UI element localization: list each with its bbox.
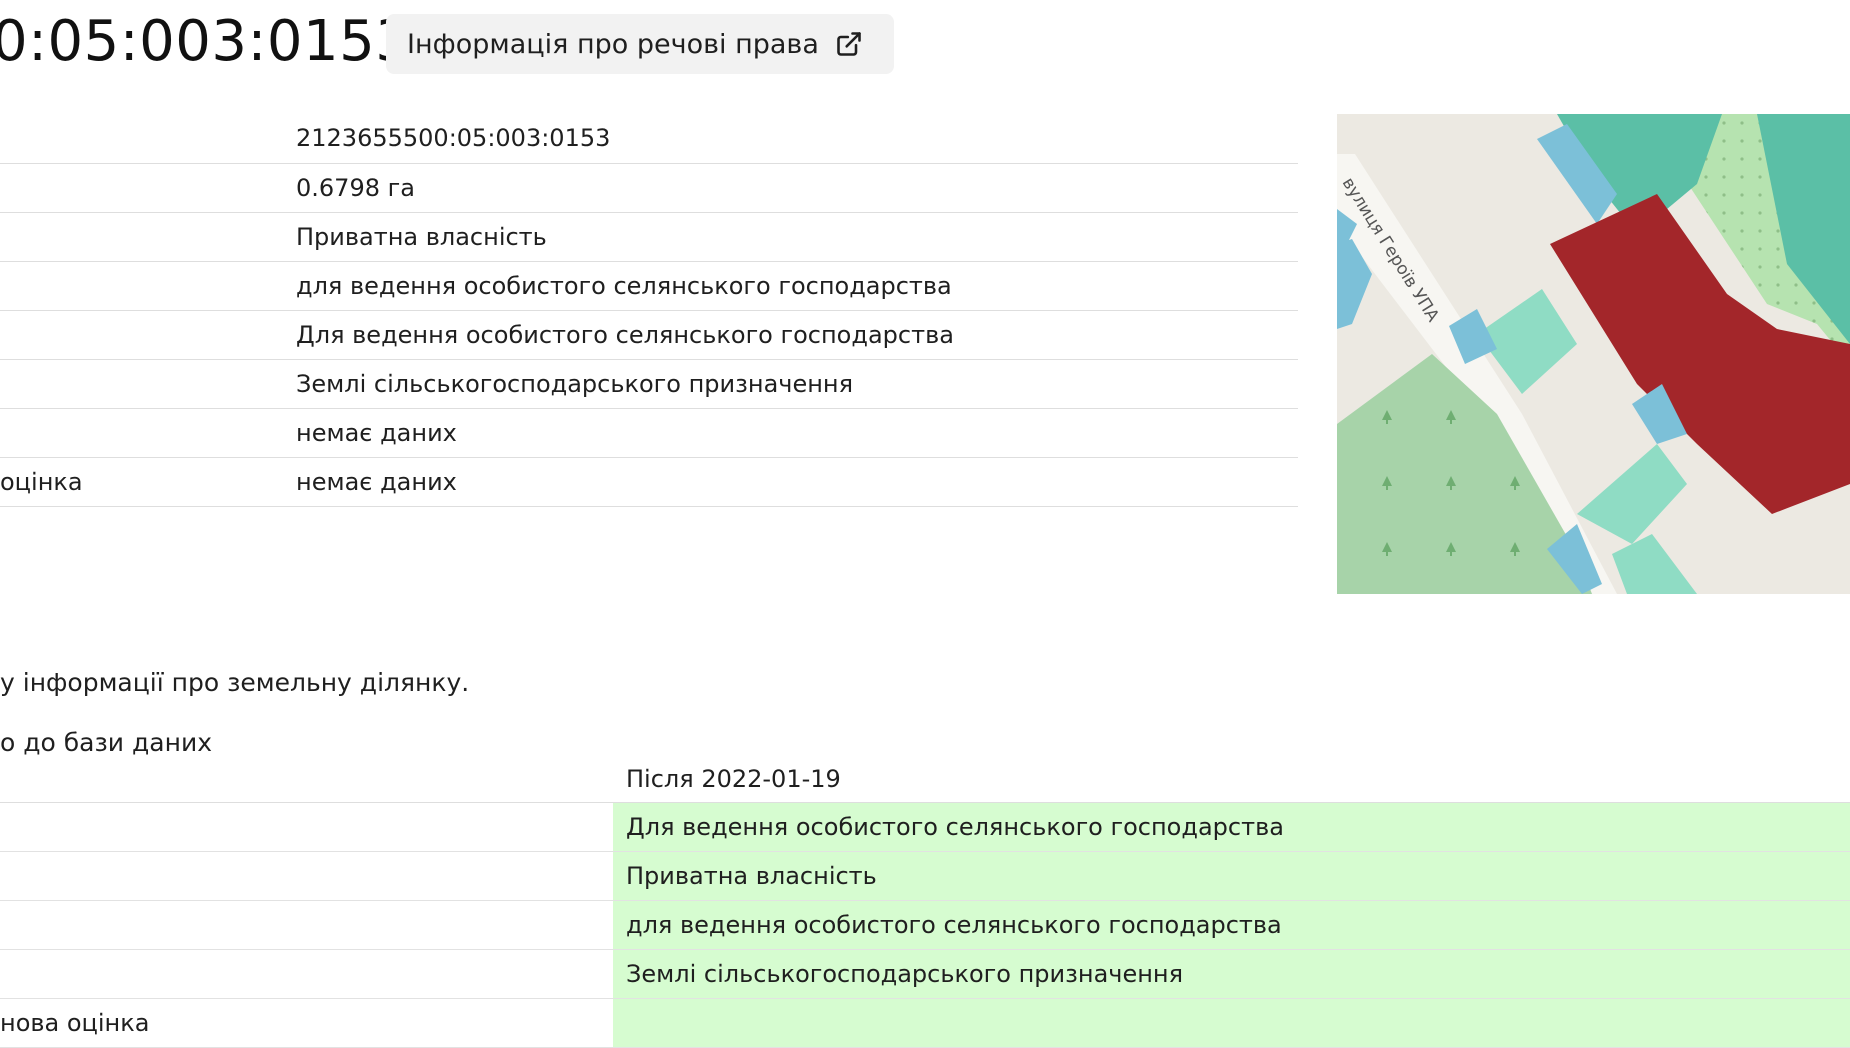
comparison-value: для ведення особистого селянського госпо… (613, 901, 1850, 949)
property-value: немає даних (296, 419, 457, 447)
notice-text: у інформації про земельну ділянку. (0, 668, 470, 697)
comparison-table: Після 2022-01-19 Для ведення особистого … (0, 756, 1850, 1048)
property-value: Землі сільськогосподарського призначення (296, 370, 854, 398)
property-row: Приватна власність (0, 213, 1298, 262)
page-title: 0:05:003:0153 (0, 9, 412, 74)
property-value: Для ведення особистого селянського госпо… (296, 321, 954, 349)
parcel-map[interactable]: вулиця Героїв УПА (1337, 114, 1850, 594)
property-row: немає даних (0, 409, 1298, 458)
property-row: оцінка немає даних (0, 458, 1298, 507)
property-row: для ведення особистого селянського госпо… (0, 262, 1298, 311)
comparison-value: Землі сільськогосподарського призначення (613, 950, 1850, 998)
comparison-row: Землі сільськогосподарського призначення (0, 950, 1850, 999)
parcel-properties-table: 2123655500:05:003:0153 0.6798 га Приватн… (0, 114, 1298, 507)
comparison-row: нова оцінка (0, 999, 1850, 1048)
property-value: немає даних (296, 468, 457, 496)
property-row: Землі сільськогосподарського призначення (0, 360, 1298, 409)
comparison-col2-header: Після 2022-01-19 (626, 765, 841, 793)
property-row: 2123655500:05:003:0153 (0, 114, 1298, 164)
comparison-value: Приватна власність (613, 852, 1850, 900)
rights-info-button[interactable]: Інформація про речові права (386, 14, 894, 74)
external-link-icon (835, 30, 863, 58)
property-value: Приватна власність (296, 223, 547, 251)
comparison-value: Для ведення особистого селянського госпо… (613, 803, 1850, 851)
property-value: 2123655500:05:003:0153 (296, 124, 611, 152)
property-label: оцінка (0, 468, 83, 496)
map-canvas[interactable]: вулиця Героїв УПА (1337, 114, 1850, 594)
comparison-row: для ведення особистого селянського госпо… (0, 901, 1850, 950)
comparison-header-row: Після 2022-01-19 (0, 756, 1850, 803)
property-value: 0.6798 га (296, 174, 415, 202)
comparison-row: Для ведення особистого селянського госпо… (0, 803, 1850, 852)
db-section-label: о до бази даних (0, 728, 212, 757)
comparison-row: Приватна власність (0, 852, 1850, 901)
property-row: 0.6798 га (0, 164, 1298, 213)
property-row: Для ведення особистого селянського госпо… (0, 311, 1298, 360)
rights-info-button-label: Інформація про речові права (407, 28, 819, 60)
property-value: для ведення особистого селянського госпо… (296, 272, 952, 300)
